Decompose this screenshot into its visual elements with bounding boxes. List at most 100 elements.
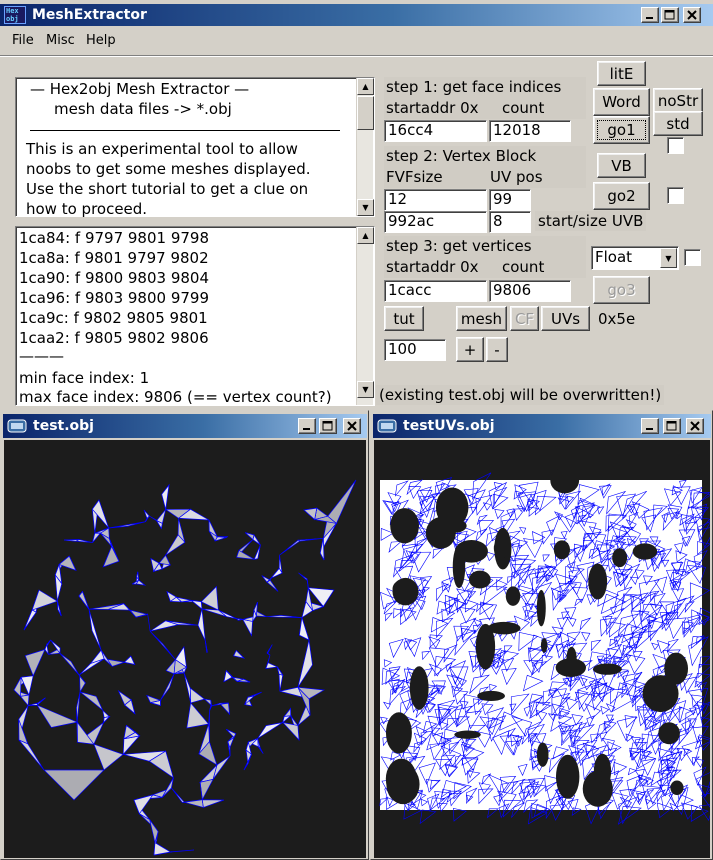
uvb-start-input[interactable]: 992ac (384, 211, 487, 233)
mesh-face (13, 677, 22, 698)
uvb-size-input[interactable]: 8 (489, 211, 531, 233)
mesh-face (79, 691, 104, 711)
scroll-down-icon[interactable]: ▼ (357, 381, 374, 398)
uv-viewport[interactable] (374, 440, 710, 858)
go1-button[interactable]: go1 (593, 116, 650, 144)
minimize-button[interactable] (641, 418, 659, 434)
hex2obj-app-icon: Hex obj (4, 6, 26, 24)
maximize-button[interactable] (661, 7, 679, 23)
mesh-face (266, 579, 279, 592)
log-panel[interactable]: 1ca84: f 9797 9801 9798 1ca8a: f 9801 97… (15, 226, 375, 406)
mesh-face (276, 666, 284, 676)
mesh-button[interactable]: mesh (456, 306, 507, 331)
test-uvs-window[interactable]: testUVs.obj (370, 410, 713, 860)
minimize-button[interactable] (298, 418, 316, 434)
log-separator: ——— (19, 347, 64, 365)
tut-button[interactable]: tut (384, 306, 424, 331)
mesh-viewport[interactable] (4, 440, 366, 858)
uv-gap (392, 577, 419, 606)
maximize-icon (322, 421, 333, 431)
mesh-face (56, 601, 62, 617)
uv-gap (409, 666, 429, 710)
scroll-thumb[interactable] (357, 96, 374, 130)
mesh-face (190, 599, 203, 610)
chevron-down-icon[interactable]: ▼ (660, 248, 677, 268)
mesh-face (158, 554, 171, 566)
cf-button[interactable]: CF (510, 306, 539, 331)
uvs-button[interactable]: UVs (541, 306, 590, 331)
step1-count-input[interactable]: 12018 (489, 120, 571, 142)
vb-button[interactable]: VB (597, 153, 646, 178)
word-button[interactable]: Word (593, 88, 650, 116)
mesh-face (266, 644, 273, 655)
mesh-face (78, 658, 105, 676)
std-button[interactable]: std (653, 111, 703, 136)
close-icon (690, 421, 700, 431)
scale-input[interactable]: 100 (384, 339, 446, 361)
uv-gap (452, 545, 466, 589)
format-select[interactable]: Float ▼ (591, 246, 679, 270)
step2-checkbox[interactable] (667, 187, 684, 204)
lite-button[interactable]: litE (597, 61, 646, 86)
mesh-face (161, 777, 174, 798)
menu-misc[interactable]: Misc (46, 33, 75, 48)
mesh-face (299, 617, 310, 641)
scroll-up-icon[interactable]: ▲ (357, 227, 374, 244)
step1-startaddr-label: startaddr 0x (386, 99, 479, 117)
mesh-face (92, 532, 102, 543)
log-scrollbar[interactable]: ▲ ▼ (356, 227, 374, 405)
mesh-face (252, 534, 261, 546)
nostr-button[interactable]: noStr (653, 88, 703, 113)
mesh-face (88, 609, 102, 651)
step3-header: step 3: get vertices startaddr 0x count (384, 236, 586, 278)
step1-startaddr-input[interactable]: 16cc4 (384, 120, 487, 142)
uv-gap (475, 623, 496, 670)
fvfsize-label: FVFsize (386, 168, 443, 186)
minimize-icon (646, 17, 653, 19)
mesh-face (258, 746, 264, 754)
minus-button[interactable]: - (486, 337, 508, 362)
mesh-face (79, 674, 86, 694)
test-obj-window[interactable]: test.obj (0, 410, 369, 860)
mesh-face (201, 799, 225, 808)
info-text-panel[interactable]: — Hex2obj Mesh Extractor — mesh data fil… (15, 77, 375, 218)
uv-gap (386, 764, 420, 805)
mesh-face (197, 608, 206, 642)
uv-face (453, 807, 467, 822)
main-titlebar[interactable]: Hex obj MeshExtractor (0, 4, 713, 26)
close-button[interactable] (343, 418, 361, 434)
fvfsize-input[interactable]: 12 (384, 189, 487, 211)
mesh-face (102, 545, 120, 568)
uvpos-input[interactable]: 99 (489, 189, 531, 211)
mesh-face (31, 589, 59, 611)
mesh-face (189, 687, 206, 704)
step3-startaddr-input[interactable]: 1cacc (384, 280, 487, 302)
step3-count-input[interactable]: 9806 (489, 280, 571, 302)
step1-checkbox[interactable] (667, 137, 684, 154)
close-button[interactable] (686, 418, 704, 434)
plus-button[interactable]: + (456, 337, 484, 362)
go3-button[interactable]: go3 (593, 276, 650, 304)
minimize-button[interactable] (641, 7, 659, 23)
mesh-face (186, 702, 210, 729)
menu-file[interactable]: File (12, 33, 34, 48)
maximize-button[interactable] (319, 418, 337, 434)
mesh-face (242, 618, 253, 637)
test-uvs-titlebar[interactable]: testUVs.obj (373, 414, 711, 438)
uv-gap (658, 722, 680, 745)
mesh-face (149, 630, 176, 660)
close-button[interactable] (683, 7, 701, 23)
scroll-down-icon[interactable]: ▼ (357, 199, 374, 216)
test-obj-titlebar[interactable]: test.obj (3, 414, 367, 438)
info-line-3: Use the short tutorial to get a clue on (26, 180, 309, 198)
mesh-face (20, 675, 34, 697)
scroll-up-icon[interactable]: ▲ (357, 78, 374, 95)
maximize-icon (666, 421, 677, 431)
mesh-face (143, 509, 150, 520)
maximize-button[interactable] (663, 418, 681, 434)
info-scrollbar[interactable]: ▲ ▼ (356, 78, 374, 216)
step3-checkbox[interactable] (684, 249, 701, 266)
menu-help[interactable]: Help (86, 33, 116, 48)
mesh-face (204, 640, 208, 653)
go2-button[interactable]: go2 (593, 182, 650, 210)
